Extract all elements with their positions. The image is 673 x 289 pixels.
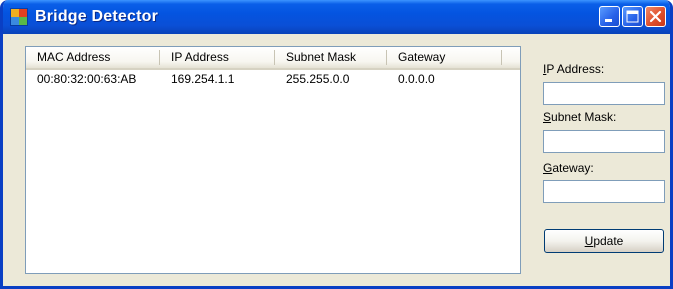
app-icon[interactable] bbox=[11, 9, 27, 25]
subnet-mask-label: Subnet Mask: bbox=[543, 110, 616, 124]
column-header-label: MAC Address bbox=[37, 50, 111, 64]
close-button[interactable] bbox=[645, 6, 666, 27]
cell-gateway: 0.0.0.0 bbox=[398, 72, 435, 86]
gateway-label-text: ateway: bbox=[552, 161, 594, 175]
ip-address-field[interactable] bbox=[543, 82, 665, 105]
maximize-button[interactable] bbox=[622, 6, 643, 27]
column-header-label: Subnet Mask bbox=[286, 50, 357, 64]
list-row[interactable]: 00:80:32:00:63:AB 169.254.1.1 255.255.0.… bbox=[26, 71, 520, 88]
cell-subnet-mask: 255.255.0.0 bbox=[286, 72, 350, 86]
column-header-ip-address[interactable]: IP Address bbox=[160, 47, 275, 68]
maximize-icon bbox=[626, 10, 639, 23]
ip-address-label-text: P Address: bbox=[546, 62, 605, 76]
column-header-gateway[interactable]: Gateway bbox=[387, 47, 502, 68]
gateway-field[interactable] bbox=[543, 180, 665, 203]
title-bar[interactable]: Bridge Detector bbox=[3, 0, 670, 34]
close-icon bbox=[649, 10, 662, 23]
column-header-mac-address[interactable]: MAC Address bbox=[26, 47, 160, 68]
update-button-label: pdate bbox=[593, 234, 624, 248]
subnet-mask-field[interactable] bbox=[543, 130, 665, 153]
column-header-label: Gateway bbox=[398, 50, 446, 64]
update-button[interactable]: Update bbox=[544, 229, 664, 253]
column-header-label: IP Address bbox=[171, 50, 229, 64]
minimize-button[interactable] bbox=[599, 6, 620, 27]
cell-ip-address: 169.254.1.1 bbox=[171, 72, 235, 86]
ip-address-label: IP Address: bbox=[543, 62, 604, 76]
minimize-icon bbox=[605, 19, 612, 22]
column-header-subnet-mask[interactable]: Subnet Mask bbox=[275, 47, 387, 68]
subnet-mask-label-text: ubnet Mask: bbox=[551, 110, 617, 124]
gateway-label: Gateway: bbox=[543, 161, 594, 175]
device-list[interactable]: MAC Address IP Address Subnet Mask Gatew… bbox=[25, 46, 521, 274]
cell-mac-address: 00:80:32:00:63:AB bbox=[37, 72, 137, 86]
subnet-mask-mnemonic: S bbox=[543, 110, 552, 124]
gateway-mnemonic: G bbox=[543, 161, 553, 175]
window-title: Bridge Detector bbox=[35, 8, 159, 25]
bridge-detector-window: Bridge Detector MAC Address IP Address S… bbox=[0, 0, 673, 289]
update-mnemonic: U bbox=[584, 234, 594, 248]
list-header: MAC Address IP Address Subnet Mask Gatew… bbox=[26, 47, 520, 70]
